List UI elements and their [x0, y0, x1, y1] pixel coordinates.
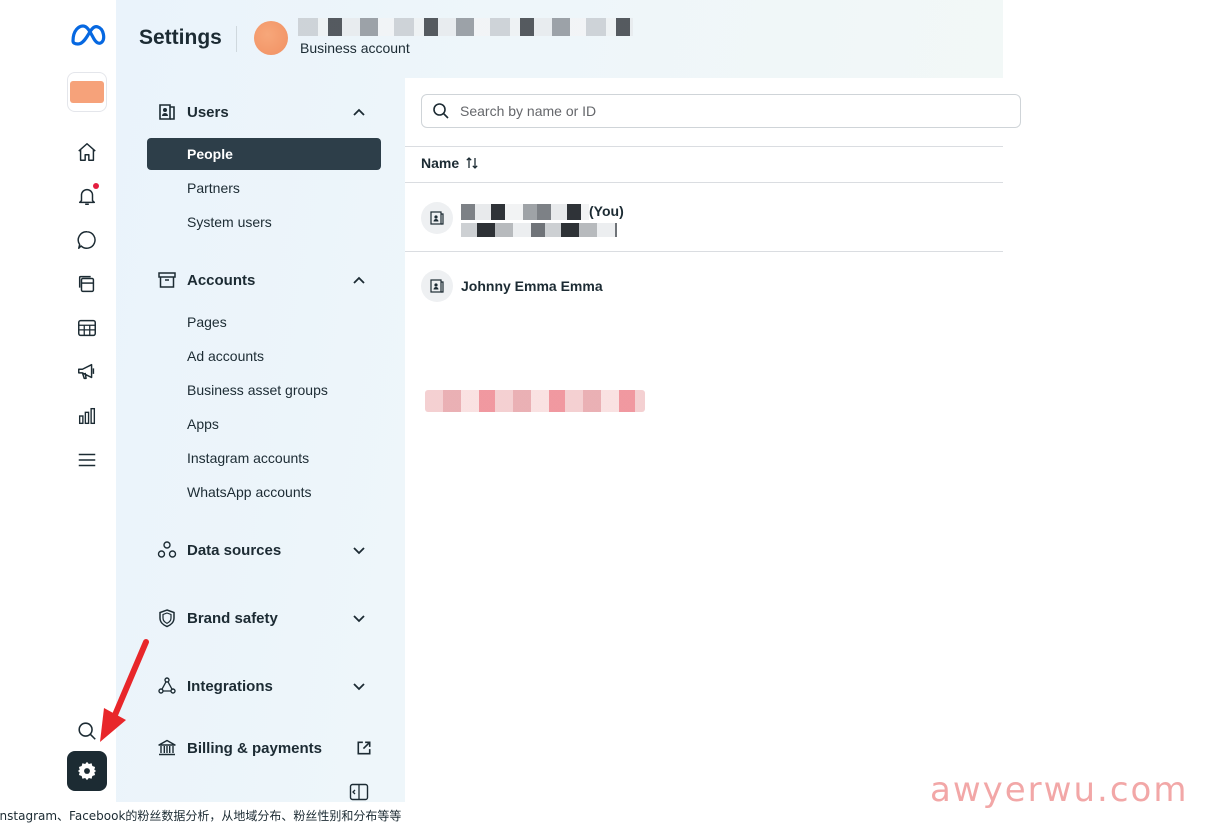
- sidebar-item-partners[interactable]: Partners: [147, 172, 381, 204]
- analytics-bar-icon[interactable]: [72, 401, 102, 431]
- sidebar-item-pages[interactable]: Pages: [147, 306, 381, 338]
- table-header-divider: [405, 182, 1003, 183]
- sidebar-item-ad-accounts[interactable]: Ad accounts: [147, 340, 381, 372]
- annotation-arrow-icon: [100, 639, 149, 742]
- person-badge-icon: [421, 270, 453, 302]
- sidebar-section-accounts[interactable]: Accounts: [156, 267, 376, 293]
- settings-gear-button[interactable]: [67, 751, 107, 791]
- integrations-icon: [156, 675, 178, 697]
- sidebar-section-label: Billing & payments: [187, 739, 323, 757]
- table-row[interactable]: Johnny Emma Emma: [405, 269, 1003, 303]
- megaphone-ads-icon[interactable]: [72, 357, 102, 387]
- sidebar-item-whatsapp-accounts[interactable]: WhatsApp accounts: [147, 476, 381, 508]
- watermark: awyerwu.com: [930, 770, 1189, 810]
- row-divider: [405, 251, 1003, 252]
- person-badge-icon: [421, 202, 453, 234]
- sidebar-item-instagram-accounts[interactable]: Instagram accounts: [147, 442, 381, 474]
- sort-icon: [466, 157, 478, 169]
- users-icon: [156, 101, 178, 123]
- sidebar-section-billing-payments[interactable]: Billing & payments: [156, 735, 376, 761]
- sidebar-section-brand-safety[interactable]: Brand safety: [156, 605, 376, 631]
- sidebar-section-integrations[interactable]: Integrations: [156, 673, 376, 699]
- account-name-redacted: [298, 18, 633, 36]
- user-name: Johnny Emma Emma: [461, 278, 603, 294]
- user-name-redacted: [461, 203, 589, 220]
- chevron-down-icon: [353, 615, 365, 623]
- sidebar-section-label: Users: [187, 103, 229, 121]
- sidebar-section-users[interactable]: Users: [156, 99, 376, 125]
- data-sources-icon: [156, 539, 178, 561]
- chevron-down-icon: [353, 547, 365, 555]
- sidebar-item-apps[interactable]: Apps: [147, 408, 381, 440]
- sidebar-section-label: Data sources: [187, 541, 282, 559]
- column-header-name[interactable]: Name: [421, 155, 479, 171]
- business-avatar-image: [70, 81, 104, 103]
- redacted-text: [425, 390, 645, 412]
- table-row[interactable]: (You): [405, 198, 1003, 238]
- chevron-up-icon: [353, 276, 365, 284]
- account-avatar[interactable]: [254, 21, 288, 55]
- sidebar-section-label: Brand safety: [187, 609, 278, 627]
- user-you-label: (You): [589, 203, 624, 219]
- archive-box-icon: [156, 269, 178, 291]
- home-icon[interactable]: [72, 137, 102, 167]
- column-header-label: Name: [421, 155, 460, 171]
- shield-icon: [156, 607, 178, 629]
- messages-icon[interactable]: [72, 225, 102, 255]
- sidebar-section-label: Accounts: [187, 271, 256, 289]
- search-field[interactable]: [421, 94, 1021, 128]
- search-icon: [433, 103, 449, 119]
- external-link-icon: [357, 741, 371, 755]
- table-top-divider: [405, 146, 1003, 147]
- page-title: Settings: [139, 26, 222, 49]
- business-avatar[interactable]: [67, 72, 107, 112]
- account-type-label: Business account: [300, 40, 410, 56]
- gear-icon: [77, 761, 97, 781]
- sidebar-section-data-sources[interactable]: Data sources: [156, 537, 376, 563]
- notifications-bell-icon[interactable]: [72, 181, 102, 211]
- meta-logo-icon[interactable]: [70, 22, 106, 48]
- header-divider: [236, 26, 237, 52]
- sidebar-item-system-users[interactable]: System users: [147, 206, 381, 238]
- chevron-down-icon: [353, 683, 365, 691]
- sidebar-item-people[interactable]: People: [147, 138, 381, 170]
- notification-dot: [93, 183, 99, 189]
- user-email-redacted: [461, 223, 617, 237]
- menu-hamburger-icon[interactable]: [72, 445, 102, 475]
- bank-icon: [156, 737, 178, 759]
- image-caption: Instagram、Facebook的粉丝数据分析，从地域分布、粉丝性别和分布等…: [0, 809, 402, 823]
- search-input[interactable]: [458, 102, 1020, 120]
- content-pages-icon[interactable]: [72, 269, 102, 299]
- table-grid-icon[interactable]: [72, 313, 102, 343]
- sidebar-item-business-asset-groups[interactable]: Business asset groups: [147, 374, 381, 406]
- collapse-sidebar-icon[interactable]: [349, 783, 369, 801]
- chevron-up-icon: [353, 108, 365, 116]
- sidebar-section-label: Integrations: [187, 677, 273, 695]
- people-list-panel: Name (You) Johnny Emma Emma: [405, 78, 1021, 802]
